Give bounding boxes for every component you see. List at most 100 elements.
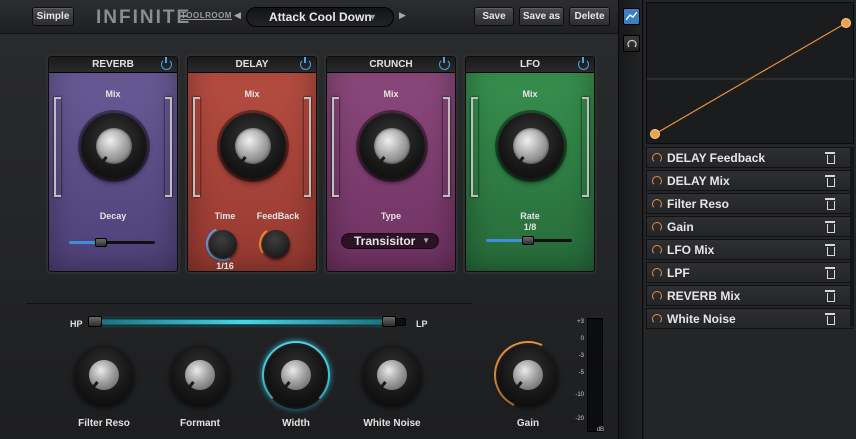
width-knob[interactable] xyxy=(266,345,326,405)
lfo-title: LFO xyxy=(520,59,540,70)
delay-feedback-label: FeedBack xyxy=(256,211,300,221)
dial-icon xyxy=(652,313,662,324)
brand-sub[interactable]: TOOLROOM xyxy=(181,11,232,20)
reverb-mix-knob[interactable] xyxy=(81,113,147,179)
hp-thumb[interactable] xyxy=(88,316,102,327)
crunch-type-label: Type xyxy=(380,211,402,221)
lfo-rate-thumb[interactable] xyxy=(522,236,534,245)
crunch-header: CRUNCH xyxy=(327,57,455,73)
power-icon[interactable] xyxy=(161,57,172,70)
meter-tick: -3 xyxy=(578,353,584,359)
width-label: Width xyxy=(282,418,310,429)
gain-knob[interactable] xyxy=(498,345,558,405)
crunch-module: CRUNCH Mix Type Transisitor ▼ xyxy=(326,56,456,272)
formant-label: Formant xyxy=(180,418,220,429)
bracket-right xyxy=(582,97,589,197)
delete-button[interactable]: Delete xyxy=(569,7,610,26)
delay-time-knob[interactable] xyxy=(209,230,237,258)
crunch-type-value: Transisitor xyxy=(354,234,416,248)
save-as-button[interactable]: Save as xyxy=(519,7,564,26)
trash-icon[interactable] xyxy=(825,174,835,187)
list-item-label: Filter Reso xyxy=(667,196,730,211)
bracket-left xyxy=(471,97,478,197)
lfo-mix-knob[interactable] xyxy=(498,113,564,179)
list-item[interactable]: DELAY Feedback xyxy=(646,147,854,168)
crunch-mix-knob[interactable] xyxy=(359,113,425,179)
filter-reso-knob[interactable] xyxy=(74,345,134,405)
dial-icon xyxy=(652,198,662,209)
lp-thumb[interactable] xyxy=(382,316,396,327)
lfo-header: LFO xyxy=(466,57,594,73)
reverb-title: REVERB xyxy=(92,59,134,70)
formant-knob[interactable] xyxy=(170,345,230,405)
bracket-left xyxy=(332,97,339,197)
filter-reso-label: Filter Reso xyxy=(78,418,130,429)
dial-icon xyxy=(652,290,662,301)
trash-icon[interactable] xyxy=(825,151,835,164)
delay-title: DELAY xyxy=(235,59,269,70)
reverb-decay-label: Decay xyxy=(99,211,127,221)
list-item[interactable]: LPF xyxy=(646,262,854,283)
preset-selector[interactable]: Attack Cool Down ▼ xyxy=(246,7,394,27)
lfo-module: LFO Mix Rate 1/8 xyxy=(465,56,595,272)
gain-meter xyxy=(587,318,603,432)
delay-mix-knob[interactable] xyxy=(220,113,286,179)
meter-unit: dB xyxy=(596,427,604,433)
next-preset-icon[interactable]: ▶ xyxy=(399,10,406,21)
automation-list: DELAY Feedback DELAY Mix Filter Reso Gai… xyxy=(646,147,854,331)
list-item-label: Gain xyxy=(667,219,694,234)
save-button[interactable]: Save xyxy=(474,7,514,26)
dial-icon xyxy=(652,244,662,255)
chevron-down-icon: ▼ xyxy=(422,236,430,245)
list-item[interactable]: REVERB Mix xyxy=(646,285,854,306)
bracket-right xyxy=(443,97,450,197)
trash-icon[interactable] xyxy=(825,312,835,325)
delay-feedback-knob[interactable] xyxy=(262,230,290,258)
delay-mix-label: Mix xyxy=(244,89,260,99)
curve-graph-icon[interactable] xyxy=(623,8,640,25)
list-item[interactable]: White Noise xyxy=(646,308,854,329)
side-toolbar xyxy=(618,0,643,439)
trash-icon[interactable] xyxy=(825,289,835,302)
prev-preset-icon[interactable]: ◀ xyxy=(234,10,241,21)
trash-icon[interactable] xyxy=(825,220,835,233)
dial-icon xyxy=(652,267,662,278)
list-item-label: LPF xyxy=(667,265,690,280)
trash-icon[interactable] xyxy=(825,243,835,256)
dial-icon xyxy=(652,221,662,232)
list-scrollbar[interactable] xyxy=(850,147,854,327)
power-icon[interactable] xyxy=(300,57,311,70)
bracket-left xyxy=(54,97,61,197)
lp-label: LP xyxy=(416,319,428,329)
white-noise-knob[interactable] xyxy=(362,345,422,405)
simple-button[interactable]: Simple xyxy=(32,7,74,26)
bracket-right xyxy=(165,97,172,197)
dial-icon[interactable] xyxy=(623,35,640,52)
power-icon[interactable] xyxy=(439,57,450,70)
list-item-label: White Noise xyxy=(667,311,736,326)
reverb-header: REVERB xyxy=(49,57,177,73)
automation-graph[interactable] xyxy=(646,2,855,144)
delay-header: DELAY xyxy=(188,57,316,73)
hp-label: HP xyxy=(70,319,83,329)
list-item[interactable]: Gain xyxy=(646,216,854,237)
reverb-decay-thumb[interactable] xyxy=(95,238,107,247)
dial-icon xyxy=(652,175,662,186)
delay-time-value: 1/16 xyxy=(216,261,234,271)
reverb-mix-label: Mix xyxy=(105,89,121,99)
lfo-mix-label: Mix xyxy=(522,89,538,99)
trash-icon[interactable] xyxy=(825,197,835,210)
meter-tick: -10 xyxy=(575,392,584,398)
list-item[interactable]: Filter Reso xyxy=(646,193,854,214)
crunch-mix-label: Mix xyxy=(383,89,399,99)
hp-lp-range xyxy=(100,320,386,324)
meter-tick: -5 xyxy=(578,370,584,376)
bracket-left xyxy=(193,97,200,197)
crunch-title: CRUNCH xyxy=(369,59,413,70)
lfo-rate-label: Rate xyxy=(520,211,540,221)
trash-icon[interactable] xyxy=(825,266,835,279)
list-item[interactable]: DELAY Mix xyxy=(646,170,854,191)
power-icon[interactable] xyxy=(578,57,589,70)
list-item[interactable]: LFO Mix xyxy=(646,239,854,260)
crunch-type-dropdown[interactable]: Transisitor ▼ xyxy=(341,233,439,249)
